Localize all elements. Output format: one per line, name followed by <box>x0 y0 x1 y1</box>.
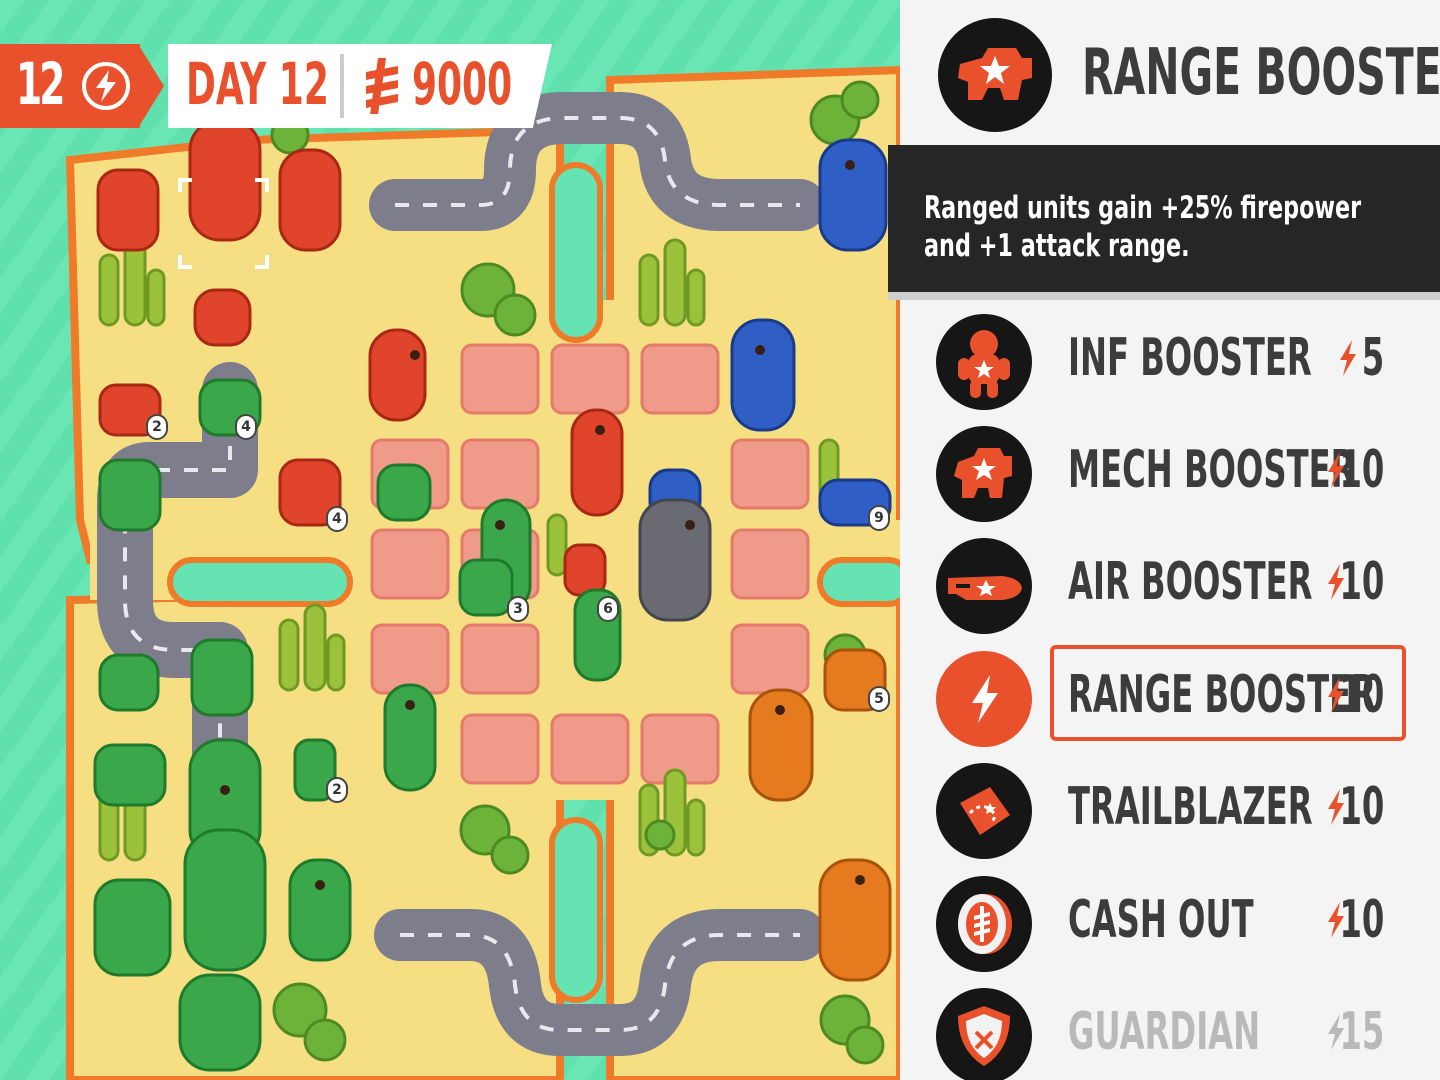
booster-cost: 15 <box>1339 1002 1384 1062</box>
booster-cost: 10 <box>1339 552 1384 612</box>
infantry-icon <box>936 314 1032 410</box>
booster-item-range[interactable]: RANGE BOOSTER 10 <box>900 645 1440 747</box>
booster-label: TRAILBLAZER <box>1068 777 1313 837</box>
hp-badge: 4 <box>326 506 348 532</box>
booster-item-guardian[interactable]: GUARDIAN 15 <box>900 982 1440 1080</box>
map-terrain <box>0 0 900 1080</box>
booster-cost: 10 <box>1339 440 1384 500</box>
booster-item-inf[interactable]: INF BOOSTER 5 <box>900 308 1440 410</box>
cash-icon <box>366 58 398 114</box>
hp-badge: 2 <box>326 777 348 803</box>
day-counter: DAY 12 <box>186 50 329 118</box>
coin-icon <box>936 876 1032 972</box>
booster-label: INF BOOSTER <box>1068 328 1312 388</box>
game-map[interactable]: 2 4 4 9 3 6 5 2 12 DAY 12 9000 <box>0 0 900 1080</box>
map-icon <box>936 763 1032 859</box>
hp-badge: 5 <box>868 686 890 712</box>
top-hud: 12 DAY 12 9000 <box>0 44 560 128</box>
cash-amount: 9000 <box>412 50 513 118</box>
booster-description-tooltip: Ranged units gain +25% firepower and +1 … <box>888 145 1440 300</box>
booster-item-air[interactable]: AIR BOOSTER 10 <box>900 532 1440 634</box>
air-icon <box>936 538 1032 634</box>
shield-icon <box>936 988 1032 1080</box>
booster-cost: 10 <box>1339 665 1384 725</box>
hp-badge: 9 <box>868 505 890 531</box>
booster-label: MECH BOOSTER <box>1068 440 1356 500</box>
booster-description: Ranged units gain +25% firepower and +1 … <box>924 190 1362 264</box>
booster-label: CASH OUT <box>1068 890 1254 950</box>
hp-badge: 6 <box>597 596 619 622</box>
energy-count: 12 <box>16 50 65 118</box>
booster-cost: 10 <box>1339 777 1384 837</box>
energy-cost-icon <box>1340 340 1356 376</box>
booster-label: AIR BOOSTER <box>1068 552 1313 612</box>
booster-cost: 10 <box>1339 890 1384 950</box>
booster-panel: RANGE BOOSTER Ranged units gain +25% fir… <box>888 0 1440 1080</box>
selected-booster-title: RANGE BOOSTER <box>1082 36 1440 110</box>
booster-cost: 5 <box>1361 328 1384 388</box>
booster-item-mech[interactable]: MECH BOOSTER 10 <box>900 420 1440 522</box>
neutral-units <box>638 498 712 622</box>
hp-badge: 4 <box>235 414 257 440</box>
hp-badge: 2 <box>146 414 168 440</box>
energy-icon <box>82 62 130 110</box>
booster-item-trailblazer[interactable]: TRAILBLAZER 10 <box>900 757 1440 859</box>
range-booster-header-icon <box>938 18 1052 132</box>
hp-badge: 3 <box>507 596 529 622</box>
mech-icon <box>936 426 1032 522</box>
bolt-icon <box>936 651 1032 747</box>
booster-item-cash-out[interactable]: CASH OUT 10 <box>900 870 1440 972</box>
booster-label: GUARDIAN <box>1068 1002 1261 1062</box>
